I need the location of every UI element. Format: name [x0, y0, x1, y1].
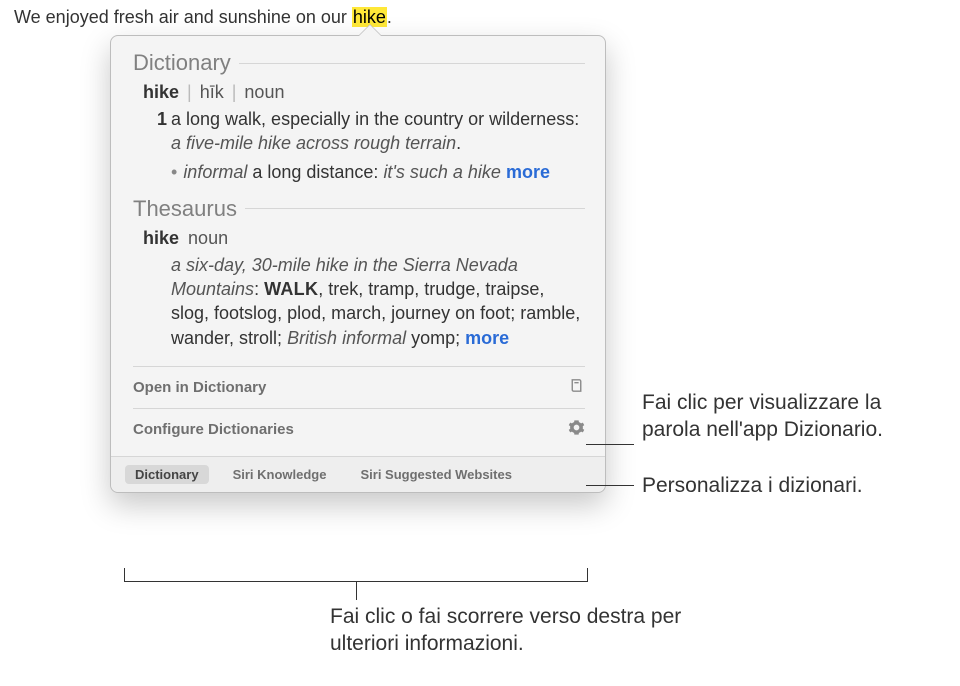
dictionary-subdefinition: • informal a long distance: it's such a h… — [171, 160, 583, 184]
callout-line — [586, 485, 634, 486]
thesaurus-section-title: Thesaurus — [133, 196, 237, 222]
definition-number: 1 — [157, 107, 167, 131]
tab-siri-knowledge[interactable]: Siri Knowledge — [223, 465, 337, 484]
configure-dictionaries-label: Configure Dictionaries — [133, 421, 294, 438]
thesaurus-part-of-speech: noun — [188, 228, 228, 248]
definition-period: . — [456, 133, 461, 153]
tab-dictionary[interactable]: Dictionary — [125, 465, 209, 484]
thesaurus-more-link[interactable]: more — [465, 328, 509, 348]
category-tabbar: Dictionary Siri Knowledge Siri Suggested… — [111, 456, 605, 492]
thesaurus-colon: : — [254, 279, 264, 299]
bracket-stem — [356, 582, 357, 600]
callout-configure-dictionaries: Personalizza i dizionari. — [642, 472, 942, 499]
tab-siri-suggested-websites[interactable]: Siri Suggested Websites — [350, 465, 521, 484]
thesaurus-british-label: British informal — [287, 328, 406, 348]
callout-tabs-hint: Fai clic o fai scorrere verso destra per… — [330, 603, 750, 658]
popover-body: Dictionary hike | hīk | noun 1 a long wa… — [111, 36, 605, 456]
dictionary-more-link[interactable]: more — [506, 162, 550, 182]
open-in-dictionary-label: Open in Dictionary — [133, 379, 266, 396]
callout-open-in-dictionary: Fai clic per visualizzare la parola nell… — [642, 389, 942, 444]
sub-definition-text: a long distance: — [247, 162, 383, 182]
thesaurus-headword: hike — [143, 228, 179, 248]
sub-label: informal — [183, 162, 247, 182]
sub-example: it's such a hike — [383, 162, 501, 182]
dictionary-icon — [568, 377, 585, 398]
section-divider — [239, 63, 585, 64]
callout-line — [586, 444, 634, 445]
definition-text: a long walk, especially in the country o… — [171, 109, 579, 129]
sentence-suffix: . — [387, 7, 392, 27]
dictionary-headword: hike — [143, 82, 179, 103]
lookup-popover: Dictionary hike | hīk | noun 1 a long wa… — [110, 35, 606, 493]
divider-bar: | — [187, 82, 192, 103]
sentence-prefix: We enjoyed fresh air and sunshine on our — [14, 7, 352, 27]
thesaurus-primary-synonym: WALK — [264, 279, 318, 299]
dictionary-headword-row: hike | hīk | noun — [143, 82, 585, 103]
callout-bracket — [124, 568, 588, 582]
definition-example: a five-mile hike across rough terrain — [171, 133, 456, 153]
bullet-icon: • — [171, 160, 177, 184]
highlighted-word[interactable]: hike — [352, 7, 387, 27]
dictionary-pronunciation: hīk — [200, 82, 224, 103]
open-in-dictionary-row[interactable]: Open in Dictionary — [133, 366, 585, 408]
thesaurus-section-header: Thesaurus — [133, 196, 585, 222]
dictionary-definition: 1 a long walk, especially in the country… — [171, 107, 583, 156]
gear-icon — [568, 419, 585, 440]
configure-dictionaries-row[interactable]: Configure Dictionaries — [133, 408, 585, 450]
dictionary-section-header: Dictionary — [133, 50, 585, 76]
divider-bar: | — [232, 82, 237, 103]
popover-arrow — [359, 25, 381, 36]
dictionary-section-title: Dictionary — [133, 50, 231, 76]
section-divider — [245, 208, 585, 209]
thesaurus-headword-row: hike noun — [143, 228, 585, 249]
dictionary-part-of-speech: noun — [244, 82, 284, 103]
example-sentence: We enjoyed fresh air and sunshine on our… — [14, 7, 392, 28]
thesaurus-british-syn: yomp; — [406, 328, 465, 348]
thesaurus-body: a six-day, 30-mile hike in the Sierra Ne… — [171, 253, 583, 350]
